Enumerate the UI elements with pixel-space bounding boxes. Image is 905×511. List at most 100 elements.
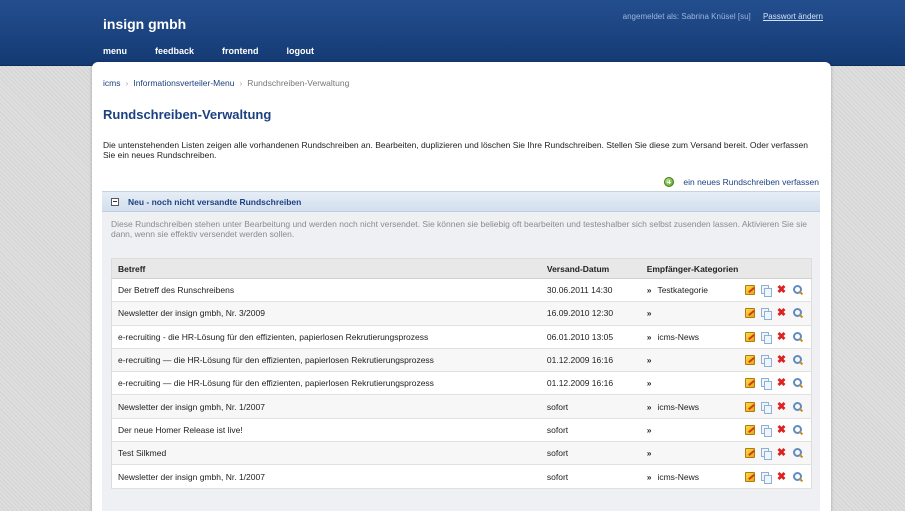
section-title: Neu - noch nicht versandte Rundschreiben <box>128 196 302 207</box>
row-date: 01.12.2009 16:16 <box>540 371 641 396</box>
row-subject[interactable]: Der neue Homer Release ist live! <box>111 418 541 443</box>
row-category <box>640 348 739 373</box>
row-action-group: ✖ <box>744 471 811 484</box>
row-subject[interactable]: e-recruiting — die HR-Lösung für den eff… <box>111 348 541 373</box>
row-subject[interactable]: e-recruiting — die HR-Lösung für den eff… <box>111 371 541 396</box>
copy-icon[interactable] <box>760 424 772 437</box>
row-subject[interactable]: Newsletter der insign gmbh, Nr. 1/2007 <box>111 394 541 419</box>
row-category: icms-News <box>640 394 739 419</box>
table-row: Newsletter der insign gmbh, Nr. 3/2009 16… <box>111 301 812 326</box>
table-row: Test Silkmedsofort ✖ <box>111 441 812 466</box>
view-icon[interactable] <box>792 331 803 342</box>
logged-in-user: angemeldet als: Sabrina Knüsel [su] <box>622 12 751 21</box>
delete-icon[interactable]: ✖ <box>777 308 787 319</box>
nav-feedback[interactable]: feedback <box>155 46 194 56</box>
copy-icon[interactable] <box>760 471 772 484</box>
copy-icon[interactable] <box>760 355 772 368</box>
breadcrumb: icms › Informationsverteiler-Menu › Rundschr… <box>103 78 349 88</box>
row-action-group: ✖ <box>744 424 811 437</box>
row-category: Testkategorie <box>640 278 739 303</box>
edit-icon[interactable] <box>744 448 755 459</box>
copy-icon[interactable] <box>760 308 772 321</box>
breadcrumb-icms[interactable]: icms <box>103 78 120 88</box>
delete-icon[interactable]: ✖ <box>777 471 787 482</box>
delete-icon[interactable]: ✖ <box>777 285 787 296</box>
row-actions: ✖ <box>738 441 812 466</box>
column-categories: Empfänger-Kategorien <box>640 258 739 279</box>
row-subject[interactable]: Newsletter der insign gmbh, Nr. 3/2009 <box>111 301 541 326</box>
edit-icon[interactable] <box>744 471 755 482</box>
row-action-group: ✖ <box>744 355 811 368</box>
view-icon[interactable] <box>792 355 803 365</box>
brand-logo[interactable]: insign gmbh <box>103 16 186 32</box>
edit-icon[interactable] <box>744 424 755 435</box>
nav-menu[interactable]: menu <box>103 46 127 56</box>
row-action-group: ✖ <box>744 401 811 414</box>
intro-text: Die untenstehenden Listen zeigen alle vo… <box>103 140 809 160</box>
edit-icon[interactable] <box>744 355 755 366</box>
breadcrumb-separator: › <box>239 78 243 88</box>
row-date: sofort <box>540 464 641 489</box>
row-actions: ✖ <box>738 371 812 396</box>
row-actions: ✖ <box>738 418 812 443</box>
table-row: e-recruiting — die HR-Lösung für den eff… <box>111 348 812 373</box>
edit-icon[interactable] <box>744 378 755 389</box>
row-actions: ✖ <box>738 394 812 419</box>
breadcrumb-informationsverteiler[interactable]: Informationsverteiler-Menu <box>133 78 234 88</box>
row-subject[interactable]: Test Silkmed <box>111 441 541 466</box>
copy-icon[interactable] <box>760 401 772 414</box>
edit-icon[interactable] <box>744 331 755 342</box>
copy-icon[interactable] <box>760 448 772 461</box>
copy-icon[interactable] <box>760 378 772 391</box>
delete-icon[interactable]: ✖ <box>777 448 787 459</box>
main-nav: menu feedback frontend logout <box>103 46 342 56</box>
change-password-link[interactable]: Passwort ändern <box>763 12 823 21</box>
table-row: Newsletter der insign gmbh, Nr. 1/2007 so… <box>111 464 812 489</box>
column-date: Versand-Datum <box>540 258 641 279</box>
view-icon[interactable] <box>792 378 803 388</box>
delete-icon[interactable]: ✖ <box>777 424 787 435</box>
view-icon[interactable] <box>792 471 803 482</box>
row-action-group: ✖ <box>744 308 811 321</box>
edit-icon[interactable] <box>744 285 755 296</box>
row-category-value <box>647 308 658 318</box>
row-date: 06.01.2010 13:05 <box>540 325 641 349</box>
new-circular-label: ein neues Rundschreiben verfassen <box>683 177 819 187</box>
section-header: Neu - noch nicht versandte Rundschreiben <box>102 192 820 212</box>
row-action-group: ✖ <box>744 285 811 298</box>
row-date: 30.06.2011 14:30 <box>540 278 641 303</box>
view-icon[interactable] <box>792 285 803 295</box>
edit-icon[interactable] <box>744 401 755 412</box>
new-circular-link[interactable]: ein neues Rundschreiben verfassen <box>664 177 819 187</box>
row-subject[interactable]: Der Betreff des Runschreibens <box>111 278 541 303</box>
view-icon[interactable] <box>792 424 803 435</box>
row-actions: ✖ <box>738 325 812 349</box>
view-icon[interactable] <box>792 448 803 458</box>
edit-icon[interactable] <box>744 308 755 319</box>
delete-icon[interactable]: ✖ <box>777 331 787 342</box>
row-actions: ✖ <box>738 348 812 373</box>
table-header-row: Betreff Versand-Datum Empfänger-Kategori… <box>111 258 812 279</box>
row-subject[interactable]: Newsletter der insign gmbh, Nr. 1/2007 <box>111 464 541 489</box>
table-row: Der Betreff des Runschreibens 30.06.2011 … <box>111 278 812 303</box>
row-category <box>640 371 739 396</box>
copy-icon[interactable] <box>760 285 772 298</box>
nav-logout[interactable]: logout <box>287 46 315 56</box>
column-subject: Betreff <box>111 258 541 279</box>
row-category-value <box>647 448 658 458</box>
view-icon[interactable] <box>792 401 803 412</box>
row-category-value <box>647 378 658 388</box>
nav-frontend[interactable]: frontend <box>222 46 259 56</box>
row-category <box>640 301 739 326</box>
copy-icon[interactable] <box>760 331 772 344</box>
delete-icon[interactable]: ✖ <box>777 355 787 366</box>
row-subject[interactable]: e-recruiting - die HR-Lösung für den eff… <box>111 325 541 349</box>
delete-icon[interactable]: ✖ <box>777 401 787 412</box>
row-category-value: icms-News <box>647 402 699 412</box>
row-category-value: Testkategorie <box>647 285 708 295</box>
breadcrumb-current: Rundschreiben-Verwaltung <box>247 78 350 88</box>
collapse-icon[interactable] <box>111 197 119 206</box>
delete-icon[interactable]: ✖ <box>777 378 787 389</box>
row-date: 01.12.2009 16:16 <box>540 348 641 373</box>
view-icon[interactable] <box>792 308 803 318</box>
